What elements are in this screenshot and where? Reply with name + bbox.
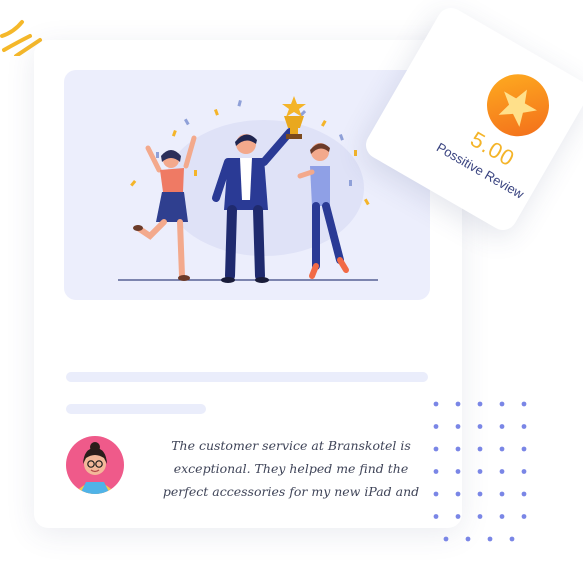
dot	[499, 446, 505, 452]
dot	[455, 446, 461, 452]
dot	[443, 536, 449, 542]
dot	[487, 536, 493, 542]
dot	[433, 401, 439, 407]
dot	[455, 424, 461, 429]
quote-line: The customer service at Branskotel is	[171, 438, 411, 453]
dot	[455, 469, 461, 474]
dot	[521, 469, 527, 474]
placeholder-line	[66, 372, 428, 382]
dot	[433, 446, 439, 452]
hero-illustration	[64, 70, 430, 300]
dot	[465, 536, 471, 542]
dot	[455, 491, 461, 497]
testimonial-quote: The customer service at Branskotel is ex…	[146, 434, 436, 503]
dot	[477, 514, 483, 519]
quote-line: perfect accessories for my new iPad and	[162, 484, 420, 499]
avatar	[66, 436, 124, 494]
dot	[509, 536, 515, 542]
dot	[433, 469, 439, 474]
dot	[477, 491, 483, 497]
dot	[477, 424, 483, 429]
dot	[455, 401, 461, 407]
dot	[455, 514, 461, 519]
dot	[499, 469, 505, 474]
dot	[477, 469, 483, 474]
placeholder-line	[66, 404, 206, 414]
dot	[477, 401, 483, 407]
quote-line: exceptional. They helped me find the	[173, 461, 409, 476]
dot	[521, 424, 527, 429]
dot	[499, 491, 505, 497]
dot	[433, 514, 439, 519]
dot	[433, 491, 439, 497]
dot	[499, 514, 505, 519]
dot	[499, 401, 505, 407]
dot	[499, 424, 505, 429]
dot	[433, 424, 439, 429]
dot	[521, 401, 527, 407]
dot-grid-decoration	[433, 401, 527, 542]
dot	[521, 491, 527, 497]
dot	[521, 446, 527, 452]
dot	[521, 514, 527, 519]
dot	[477, 446, 483, 452]
